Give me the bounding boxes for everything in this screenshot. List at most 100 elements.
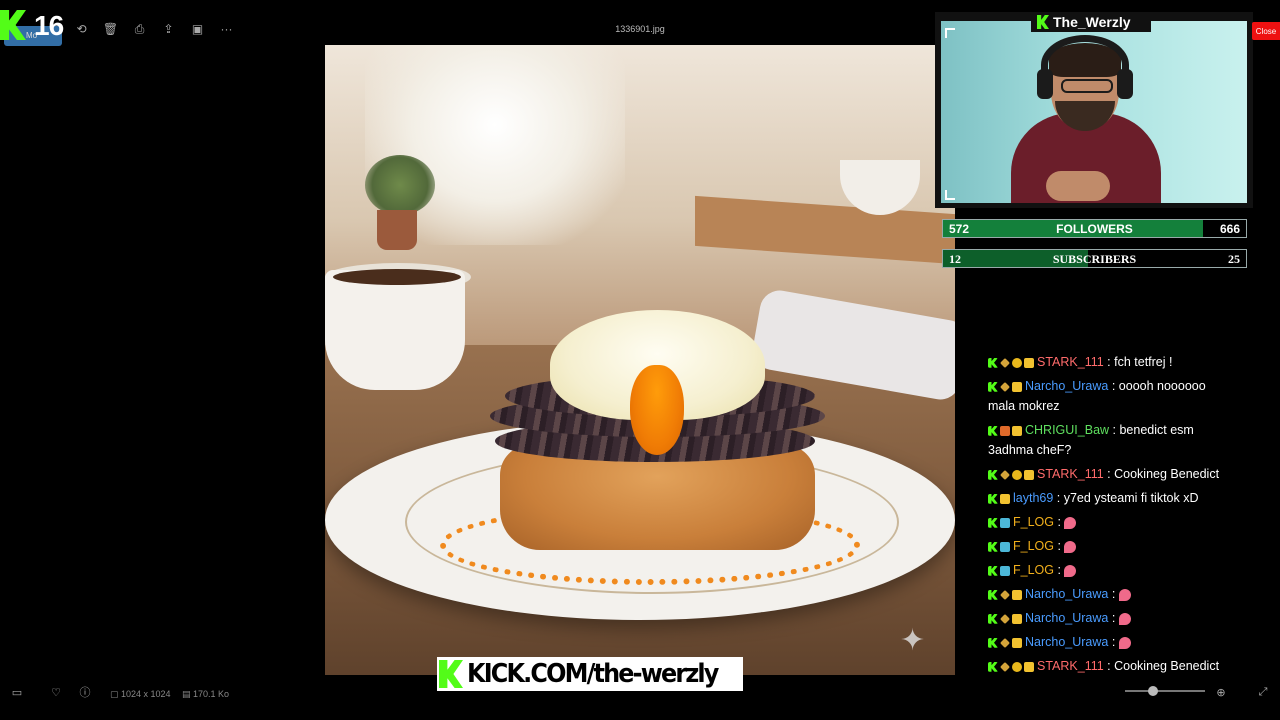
kick-badge-icon	[988, 469, 998, 480]
kick-badge-icon	[988, 425, 998, 436]
chat-message: STARK_111 : Cookineg Benedict	[988, 656, 1228, 676]
subscribers-target: 25	[1228, 252, 1240, 266]
chat-badge-icon	[1000, 541, 1010, 552]
chat-message: layth69 : y7ed ysteami fi tiktok xD	[988, 488, 1228, 508]
crown-badge-icon	[1024, 469, 1034, 480]
subscribers-label: SUBSCRIBERS	[1052, 252, 1137, 266]
fullscreen-icon[interactable]: ⤢	[1256, 686, 1270, 698]
zoom-slider-thumb[interactable]	[1148, 686, 1158, 696]
frame-corner-icon	[945, 190, 955, 200]
subscribers-goal-bar: 12 SUBSCRIBERS 25	[942, 249, 1247, 268]
file-size-value: 170.1 Ko	[193, 689, 230, 699]
chat-username[interactable]: F_LOG	[1013, 539, 1054, 553]
chat-username[interactable]: Narcho_Urawa	[1025, 635, 1108, 649]
coin-badge-icon	[1012, 469, 1022, 480]
crown-badge-icon	[1012, 589, 1022, 600]
user-badges	[988, 613, 1022, 624]
coin-badge-icon	[1012, 661, 1022, 672]
chat-message: STARK_111 : Cookineg Benedict	[988, 464, 1228, 484]
chat-text: Cookineg Benedict	[1114, 467, 1220, 481]
chat-username[interactable]: Narcho_Urawa	[1025, 587, 1108, 601]
kick-badge-icon	[988, 357, 998, 368]
user-badges	[988, 469, 1034, 480]
sword-badge-icon	[1000, 661, 1010, 672]
slideshow-icon[interactable]: ▣	[188, 22, 207, 36]
delete-icon[interactable]: 🗑	[101, 22, 120, 36]
top-toolbar-icons: ⟲ 🗑 ⎙ ⇪ ▣ ···	[72, 22, 236, 37]
chat-message: Narcho_Urawa : ooooh noooooo mala mokrez	[988, 379, 1206, 413]
sword-badge-icon	[1000, 357, 1010, 368]
kick-badge-count: 16	[34, 10, 64, 41]
chat-username[interactable]: Narcho_Urawa	[1025, 611, 1108, 625]
filmstrip-icon[interactable]: ▭	[10, 686, 24, 699]
user-badges	[988, 493, 1010, 504]
rotate-icon[interactable]: ⟲	[72, 22, 91, 36]
chat-username[interactable]: CHRIGUI_Baw	[1025, 423, 1109, 437]
streamer-name-tag: The_Werzly	[1031, 12, 1151, 32]
chat-username[interactable]: F_LOG	[1013, 515, 1054, 529]
image-dimensions-value: 1024 x 1024	[121, 689, 171, 699]
emote-icon	[1064, 516, 1077, 529]
sword-badge-icon	[1000, 613, 1010, 624]
sword-badge-icon	[1000, 589, 1010, 600]
kick-badge-icon	[988, 565, 998, 576]
photo-canvas[interactable]: ✦	[325, 45, 955, 675]
chat-message: STARK_111 : fch tetfrej !	[988, 352, 1228, 372]
crown-badge-icon	[1000, 493, 1010, 504]
coin-badge-icon	[1012, 357, 1022, 368]
kick-badge-icon	[988, 589, 998, 600]
print-icon[interactable]: ⎙	[130, 22, 149, 36]
chat-message: Narcho_Urawa :	[988, 584, 1228, 604]
chat-username[interactable]: STARK_111	[1037, 659, 1104, 673]
kick-badge-icon	[988, 661, 998, 672]
user-badges	[988, 425, 1022, 436]
chat-username[interactable]: STARK_111	[1037, 355, 1104, 369]
crown-badge-icon	[1012, 613, 1022, 624]
kick-badge-icon	[988, 613, 998, 624]
crown-badge-icon	[1024, 661, 1034, 672]
sword-badge-icon	[1000, 637, 1010, 648]
user-badges	[988, 517, 1010, 528]
share-icon[interactable]: ⇪	[159, 22, 178, 36]
photo-plant-pot	[377, 210, 417, 250]
emote-icon	[1064, 540, 1077, 553]
kick-badge-icon	[988, 381, 998, 392]
crown-badge-icon	[1012, 381, 1022, 392]
chat-username[interactable]: STARK_111	[1037, 467, 1104, 481]
user-badges	[988, 661, 1034, 672]
webcam-overlay	[935, 12, 1253, 208]
chat-message: Narcho_Urawa :	[988, 608, 1228, 628]
close-button[interactable]: Close	[1252, 22, 1280, 40]
image-filename: 1336901.jpg	[615, 24, 665, 34]
chat-text: y7ed ysteami fi tiktok xD	[1063, 491, 1199, 505]
chat-username[interactable]: F_LOG	[1013, 563, 1054, 577]
info-icon[interactable]: ⓘ	[78, 686, 92, 699]
photo-coffee-cup	[325, 270, 465, 390]
zoom-slider[interactable]	[1125, 686, 1205, 696]
kick-badge-icon	[988, 637, 998, 648]
chat-message: Narcho_Urawa :	[988, 632, 1228, 652]
headphones-icon	[1041, 35, 1129, 95]
user-badges	[988, 637, 1022, 648]
photo-coffee	[333, 269, 461, 285]
headphone-right	[1117, 69, 1133, 99]
emote-icon	[1118, 636, 1131, 649]
more-icon[interactable]: ···	[217, 22, 236, 36]
streamer-hands	[1046, 171, 1110, 201]
user-badges	[988, 357, 1034, 368]
chat-message: F_LOG :	[988, 536, 1228, 556]
kick-badge-icon	[988, 517, 998, 528]
crown-badge-icon	[1024, 357, 1034, 368]
favorite-icon[interactable]: ♡	[49, 686, 63, 699]
followers-goal-bar: 572 FOLLOWERS 666	[942, 219, 1247, 238]
chat-text: fch tetfrej !	[1114, 355, 1173, 369]
photo-counter	[695, 195, 955, 265]
photo-egg-yolk	[630, 365, 684, 455]
chat-username[interactable]: Narcho_Urawa	[1025, 379, 1108, 393]
zoom-in-icon[interactable]: ⊕	[1214, 686, 1228, 699]
chat-username[interactable]: layth69	[1013, 491, 1053, 505]
sword-badge-icon	[1000, 469, 1010, 480]
user-badges	[988, 589, 1022, 600]
sparkle-icon: ✦	[900, 624, 926, 657]
frame-corner-icon	[945, 28, 955, 38]
